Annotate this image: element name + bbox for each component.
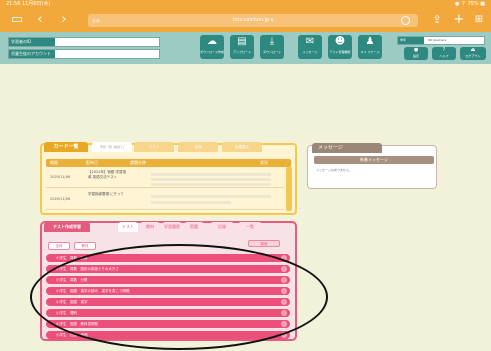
tab-test[interactable]: テスト (134, 142, 174, 152)
message-panel: メッセージ 新着メッセージ メッセージはありません。 (307, 143, 437, 189)
test-management-button[interactable]: ☻ テスト管理機能 (328, 35, 352, 59)
row-name: 【2022年】宿題 学習指導 英語文法テスト (88, 170, 127, 179)
row-detail-line (151, 195, 271, 198)
learner-id-label: 学習者のID (9, 38, 55, 46)
col-name[interactable]: 課題名称 (130, 159, 146, 167)
schedule-title-tab[interactable]: カード一覧 (44, 142, 88, 152)
message-text: メッセージはありません。 (316, 168, 352, 172)
app-header: 学習者のID 児童生徒のアカウント ☁ ダウンロード作成 ▤ アップロード ⤓ … (0, 32, 491, 64)
schedule-scrollbar[interactable] (286, 167, 292, 211)
scale-icon: ♟ (365, 36, 375, 47)
row-date: 2020/11/06 (50, 175, 71, 179)
subtab-material[interactable]: 教材 (74, 242, 96, 250)
table-row[interactable]: 2020/11/06 【2022年】宿題 学習指導 英語文法テスト (46, 169, 284, 188)
table-row[interactable]: 2020/11/06 学習指導要領 にそって (46, 191, 284, 210)
message-tab[interactable]: メッセージ (312, 143, 382, 153)
reload-icon[interactable] (401, 16, 410, 25)
student-account-label: 児童生徒のアカウント (9, 50, 55, 58)
tab-list[interactable]: 一覧 (238, 222, 262, 232)
status-bar: 21:56 11月6日(木) ● 〒 75% ■ (0, 0, 491, 8)
tab-return[interactable]: 返却 (178, 142, 218, 152)
plus-icon[interactable]: + (452, 12, 466, 28)
message-header: 新着メッセージ (314, 156, 434, 164)
tabs-icon[interactable]: ⊞ (472, 12, 486, 28)
print-icon: ▤ (237, 36, 247, 47)
row-date: 2020/11/06 (50, 197, 71, 201)
search-button[interactable]: 検索 (248, 240, 280, 247)
row-name: 学習指導要領 にそって (88, 192, 124, 196)
row-detail-line (151, 173, 271, 176)
tab-results[interactable]: 結果表示 (222, 142, 262, 152)
upload-button[interactable]: ▤ アップロード (230, 35, 254, 59)
subtab-all[interactable]: 全体 (48, 242, 70, 250)
col-deadline[interactable]: 期限 (50, 159, 58, 167)
annotation-ellipse (30, 244, 328, 350)
student-account-field[interactable]: 児童生徒のアカウント (8, 49, 160, 59)
sidebar-icon[interactable]: ▭ (8, 12, 26, 28)
group-icon: ☻ (334, 36, 346, 47)
help-icon: ? (442, 47, 446, 53)
person-icon: ● (413, 47, 419, 53)
back-icon[interactable]: ‹ (34, 12, 46, 28)
grade-value: IDI teachers (428, 38, 447, 42)
share-icon[interactable]: ⇪ (430, 12, 444, 28)
exit-icon: ⏏ (470, 47, 476, 53)
col-status[interactable]: 状況 (260, 159, 268, 167)
col-distributed[interactable]: 配布日 (86, 159, 98, 167)
row-detail-line (151, 178, 271, 181)
browser-toolbar: ▭ ‹ › ぁあ tms.calchon.jp s ⇪ + ⊞ (0, 8, 491, 32)
status-time: 21:56 11月6日(木) (6, 1, 51, 7)
tab-homework[interactable]: 宿題 (184, 222, 204, 232)
grade-field[interactable]: 学年 IDI teachers (397, 36, 485, 45)
tab-test[interactable]: テスト (118, 222, 138, 232)
settings-button[interactable]: ● 設定 (404, 47, 428, 60)
tab-material[interactable]: 教材 (140, 222, 160, 232)
my-scale-button[interactable]: ♟ マイ スケール (358, 35, 382, 59)
tab-record[interactable]: 記録 (210, 222, 234, 232)
logout-button[interactable]: ⏏ ログアウト (460, 47, 486, 60)
address-bar[interactable]: ぁあ tms.calchon.jp s (88, 14, 418, 27)
forward-icon[interactable]: › (58, 12, 70, 28)
mail-icon: ✉ (305, 36, 315, 47)
schedule-tabs: カード一覧 予定一覧 (未完了) テスト 返却 結果表示 (42, 142, 295, 154)
tab-schedule-list[interactable]: 予定一覧 (未完了) (92, 142, 132, 152)
learning-title-tab[interactable]: テスト作成学習 (44, 222, 90, 232)
schedule-panel: カード一覧 予定一覧 (未完了) テスト 返却 結果表示 期限 配布日 課題名称… (40, 142, 297, 215)
download-button[interactable]: ⤓ ダウンロード (260, 35, 284, 59)
message-button[interactable]: ✉ メッセージ (298, 35, 322, 59)
row-detail-line (151, 201, 231, 204)
url-text: tms.calchon.jp s (232, 17, 274, 23)
learning-tabs: テスト作成学習 テスト 教材 学習履歴 宿題 記録 一覧 (42, 222, 295, 234)
help-button[interactable]: ? ヘルプ (432, 47, 456, 60)
download-icon: ⤓ (269, 36, 275, 47)
tab-history[interactable]: 学習履歴 (162, 222, 182, 232)
grade-label: 学年 (398, 37, 424, 44)
schedule-column-header: 期限 配布日 課題名称 状況 (46, 159, 291, 167)
row-detail-line (151, 183, 271, 186)
learner-id-field[interactable]: 学習者のID (8, 37, 160, 47)
create-download-button[interactable]: ☁ ダウンロード作成 (200, 35, 224, 59)
status-indicators: ● 〒 75% ■ (455, 1, 485, 7)
cloud-icon: ☁ (207, 36, 217, 47)
